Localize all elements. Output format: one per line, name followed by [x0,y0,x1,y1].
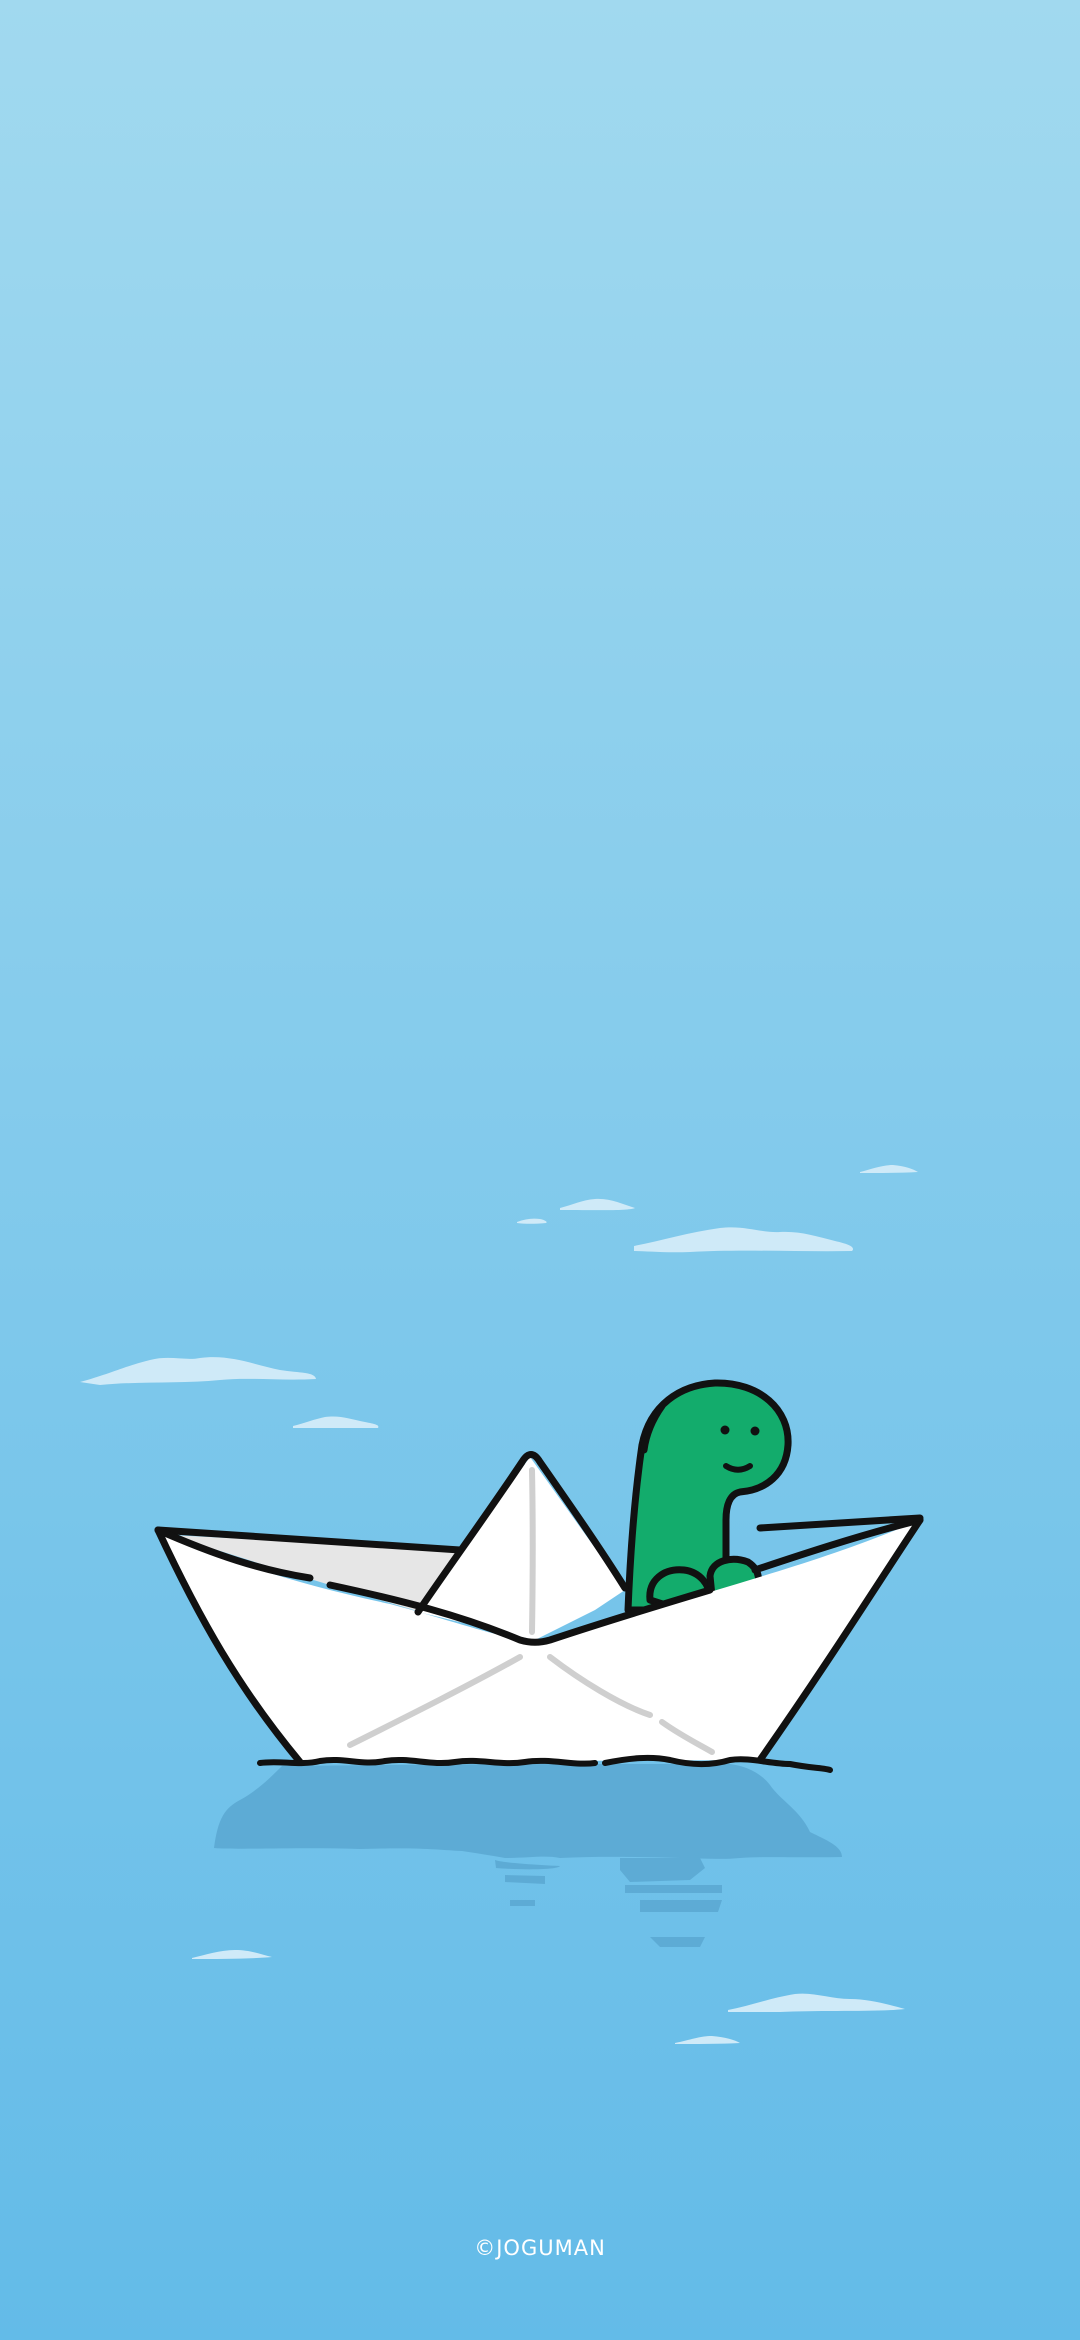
illustration-scene [0,0,1080,2340]
reflection-main [214,1764,842,1859]
reflection-bar [510,1900,535,1906]
reflection-bar [625,1885,722,1893]
dinosaur-eye-left [720,1425,730,1435]
reflection-bar [640,1900,722,1912]
dinosaur-eye-right [750,1426,760,1436]
sky-background [0,0,1080,2340]
fold-line [529,1467,536,1635]
copyright-credit: ©JOGUMAN [474,2236,606,2260]
